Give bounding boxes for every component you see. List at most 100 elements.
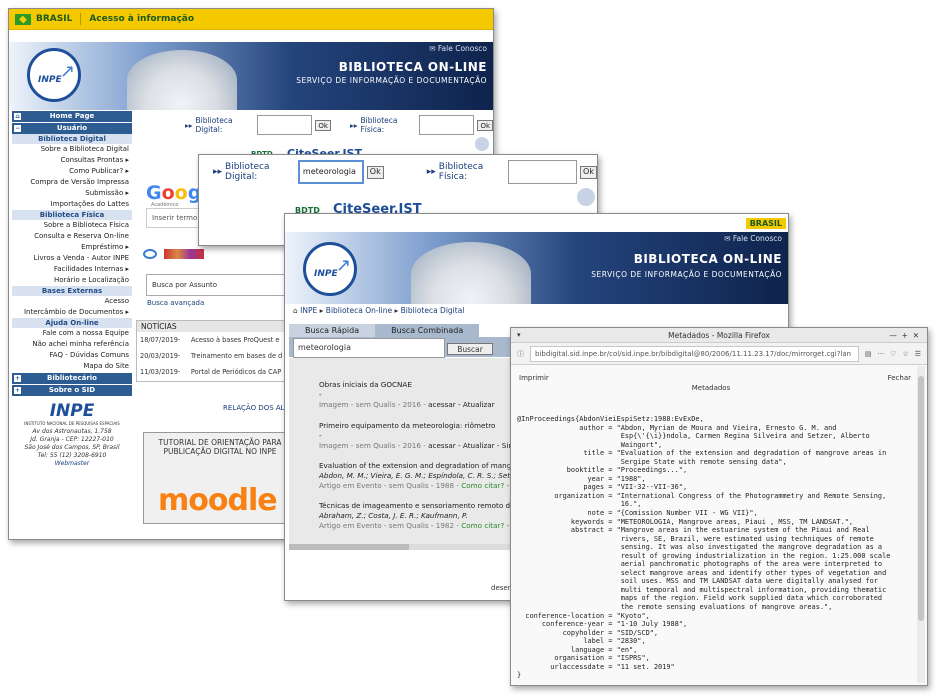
- tab-busca-rapida[interactable]: Busca Rápida: [289, 324, 376, 337]
- result-authors: Abdon, M. M.; Vieira, E. G. M.; Espíndol…: [319, 471, 514, 480]
- news-text: Portal de Periódicos da CAP: [190, 368, 282, 376]
- advanced-search-link[interactable]: Busca avançada: [147, 299, 204, 307]
- periodicos-logo[interactable]: [164, 249, 204, 259]
- sidebar-item-faq-d-vidas-comuns[interactable]: FAQ - Dúvidas Comuns: [12, 350, 132, 361]
- sidebar-item-hor-rio-e-localiza-o[interactable]: Horário e Localização: [12, 275, 132, 286]
- news-item[interactable]: 11/03/2019- Portal de Periódicos da CAP: [137, 364, 291, 380]
- expand-icon[interactable]: +: [14, 387, 21, 394]
- window-menu-icon[interactable]: ▾: [517, 328, 521, 343]
- ok-button[interactable]: Ok: [366, 165, 384, 179]
- ok-button[interactable]: Ok: [580, 165, 597, 179]
- maximize-icon[interactable]: +: [902, 331, 908, 340]
- tab-busca-combinada[interactable]: Busca Combinada: [375, 324, 480, 337]
- query-input[interactable]: meteorologia: [293, 338, 445, 358]
- sidebar-item-facilidades-internas[interactable]: Facilidades Internas ▸: [12, 264, 132, 275]
- digital-search-input[interactable]: [257, 115, 313, 135]
- network-icon[interactable]: [475, 137, 489, 151]
- digital-search-input[interactable]: meteorologia: [297, 160, 364, 184]
- horizontal-scrollbar[interactable]: [289, 544, 513, 550]
- result-title[interactable]: Evaluation of the extension and degradat…: [319, 461, 527, 471]
- site-banner: INPE ↗ ✉ Fale Conosco BIBLIOTECA ON-LINE…: [285, 232, 788, 304]
- home-icon[interactable]: ⌂: [293, 306, 298, 315]
- news-item[interactable]: 20/03/2019- Treinamento em bases de d: [137, 348, 291, 364]
- sidebar-item-como-publicar[interactable]: Como Publicar? ▸: [12, 166, 132, 177]
- search-result[interactable]: Primeiro equipamento da meteorologia: ri…: [319, 421, 517, 451]
- minimize-icon[interactable]: —: [889, 331, 897, 340]
- sidebar-item-mapa-do-site[interactable]: Mapa do Site: [12, 361, 132, 372]
- menu-icon[interactable]: ☰: [915, 350, 921, 358]
- fisica-search-input[interactable]: [419, 115, 475, 135]
- sidebar-item-consulta-e-reserva-on-line[interactable]: Consulta e Reserva On-line: [12, 231, 132, 242]
- sidebar-item-livros-a-venda-autor-inpe[interactable]: Livros a Venda - Autor INPE: [12, 253, 132, 264]
- sidebar-item-submiss-o[interactable]: Submissão ▸: [12, 188, 132, 199]
- sidebar-header-bibliotec-rio[interactable]: + Bibliotecário: [12, 373, 132, 384]
- access-info-link[interactable]: Acesso à informação: [89, 14, 194, 24]
- digital-label: Biblioteca Digital:: [225, 162, 270, 182]
- sidebar-item-consultas-prontas[interactable]: Consultas Prontas ▸: [12, 155, 132, 166]
- sidebar-item-interc-mbio-de-documentos[interactable]: Intercâmbio de Documentos ▸: [12, 307, 132, 318]
- result-title[interactable]: Primeiro equipamento da meteorologia: ri…: [319, 421, 517, 431]
- sidebar-item-compra-de-vers-o-impressa[interactable]: Compra de Versão Impressa: [12, 177, 132, 188]
- breadcrumb-biblioteca[interactable]: Biblioteca On-line: [326, 306, 392, 315]
- close-link[interactable]: Fechar: [888, 374, 911, 382]
- inpe-address-1: Av dos Astronautas, 1.758: [32, 428, 112, 435]
- search-bar-zoomed: ▸▸ Biblioteca Digital: meteorologia Ok ▸▸…: [213, 160, 597, 184]
- print-link[interactable]: Imprimir: [519, 374, 549, 382]
- result-links[interactable]: acessar - Atualizar - Simi: [428, 441, 517, 450]
- sidebar-header-home-page[interactable]: ⌂ Home Page: [12, 111, 132, 122]
- subject-search-input[interactable]: Busca por Assunto: [146, 274, 296, 296]
- sidebar-section-ajuda-on-line: Ajuda On-line: [12, 318, 132, 328]
- page-actions-icon[interactable]: ···: [877, 350, 884, 358]
- fisica-search-input[interactable]: [508, 160, 578, 184]
- network-icon[interactable]: [577, 188, 595, 206]
- contact-link[interactable]: ✉ Fale Conosco: [724, 234, 782, 243]
- result-title[interactable]: Obras iniciais da GOCNAE: [319, 380, 495, 390]
- pocket-icon[interactable]: ♡: [890, 350, 896, 358]
- inpe-city: São José dos Campos, SP, Brasil: [24, 444, 120, 451]
- gov-country: BRASIL: [36, 14, 73, 24]
- tutorial-box[interactable]: TUTORIAL DE ORIENTAÇÃO PARA PUBLICAÇÃO D…: [143, 432, 297, 524]
- ok-button[interactable]: Ok: [315, 119, 331, 131]
- relacao-link[interactable]: RELAÇÃO DOS ALU: [223, 404, 289, 412]
- sidebar: ⌂ Home Page − Usuário Biblioteca Digital Sobr…: [12, 110, 132, 468]
- inpe-logo[interactable]: INPE ↗: [27, 48, 81, 102]
- sidebar-item-sobre-a-biblioteca-f-sica[interactable]: Sobre a Biblioteca Física: [12, 220, 132, 231]
- google-search-input[interactable]: Inserir termo: [146, 208, 206, 228]
- sidebar-item-n-o-achei-minha-refer-ncia[interactable]: Não achei minha referência: [12, 339, 132, 350]
- buscar-button[interactable]: Buscar: [447, 343, 493, 355]
- sidebar-header-label: Sobre o SID: [48, 386, 96, 394]
- sidebar-header-label: Bibliotecário: [47, 374, 97, 382]
- banner-subtitle: SERVIÇO DE INFORMAÇÃO E DOCUMENTAÇÃO: [591, 270, 782, 279]
- firefox-metadata-window: ▾ Metadados - Mozilla Firefox — + ✕ ⓘ bi…: [510, 327, 928, 686]
- webmaster-link[interactable]: Webmaster: [12, 460, 132, 468]
- ok-button[interactable]: Ok: [477, 119, 493, 131]
- sidebar-item-importa-es-do-lattes[interactable]: Importações do Lattes: [12, 199, 132, 210]
- expand-icon[interactable]: +: [14, 375, 21, 382]
- search-result[interactable]: Evaluation of the extension and degradat…: [319, 461, 527, 491]
- search-result[interactable]: Obras iniciais da GOCNAE - Imagem - sem Qu…: [319, 380, 495, 410]
- result-links[interactable]: acessar - Atualizar: [428, 400, 494, 409]
- news-item[interactable]: 18/07/2019- Acesso à bases ProQuest e: [137, 332, 291, 348]
- home-icon[interactable]: ⌂: [14, 113, 21, 120]
- sidebar-item-acesso[interactable]: Acesso: [12, 296, 132, 307]
- sidebar-item-fale-com-a-nossa-equipe[interactable]: Fale com a nossa Equipe: [12, 328, 132, 339]
- bookmark-icon[interactable]: ☆: [902, 350, 908, 358]
- breadcrumb-digital[interactable]: Biblioteca Digital: [401, 306, 465, 315]
- reader-icon[interactable]: ▤: [865, 350, 872, 358]
- close-icon[interactable]: ✕: [913, 331, 919, 340]
- sidebar-item-empr-stimo[interactable]: Empréstimo ▸: [12, 242, 132, 253]
- sidebar-item-sobre-a-biblioteca-digital[interactable]: Sobre a Biblioteca Digital: [12, 144, 132, 155]
- collapse-icon[interactable]: −: [14, 125, 21, 132]
- sidebar-header-sobre-o-sid[interactable]: + Sobre o SID: [12, 385, 132, 396]
- gov-badge[interactable]: BRASIL: [745, 218, 786, 229]
- vertical-scrollbar[interactable]: [917, 366, 925, 683]
- result-title[interactable]: Técnicas de imageamento e sensoriamento …: [319, 501, 528, 511]
- tutorial-title: TUTORIAL DE ORIENTAÇÃO PARA PUBLICAÇÃO D…: [158, 438, 282, 456]
- inpe-logo[interactable]: INPE ↗: [303, 242, 357, 296]
- sidebar-header-usu-rio[interactable]: − Usuário: [12, 123, 132, 134]
- search-result[interactable]: Técnicas de imageamento e sensoriamento …: [319, 501, 528, 531]
- info-icon[interactable]: ⓘ: [517, 349, 524, 359]
- breadcrumb-inpe[interactable]: INPE: [300, 306, 317, 315]
- url-input[interactable]: bibdigital.sid.inpe.br/col/sid.inpe.br/b…: [530, 345, 859, 362]
- contact-link[interactable]: ✉ Fale Conosco: [429, 44, 487, 53]
